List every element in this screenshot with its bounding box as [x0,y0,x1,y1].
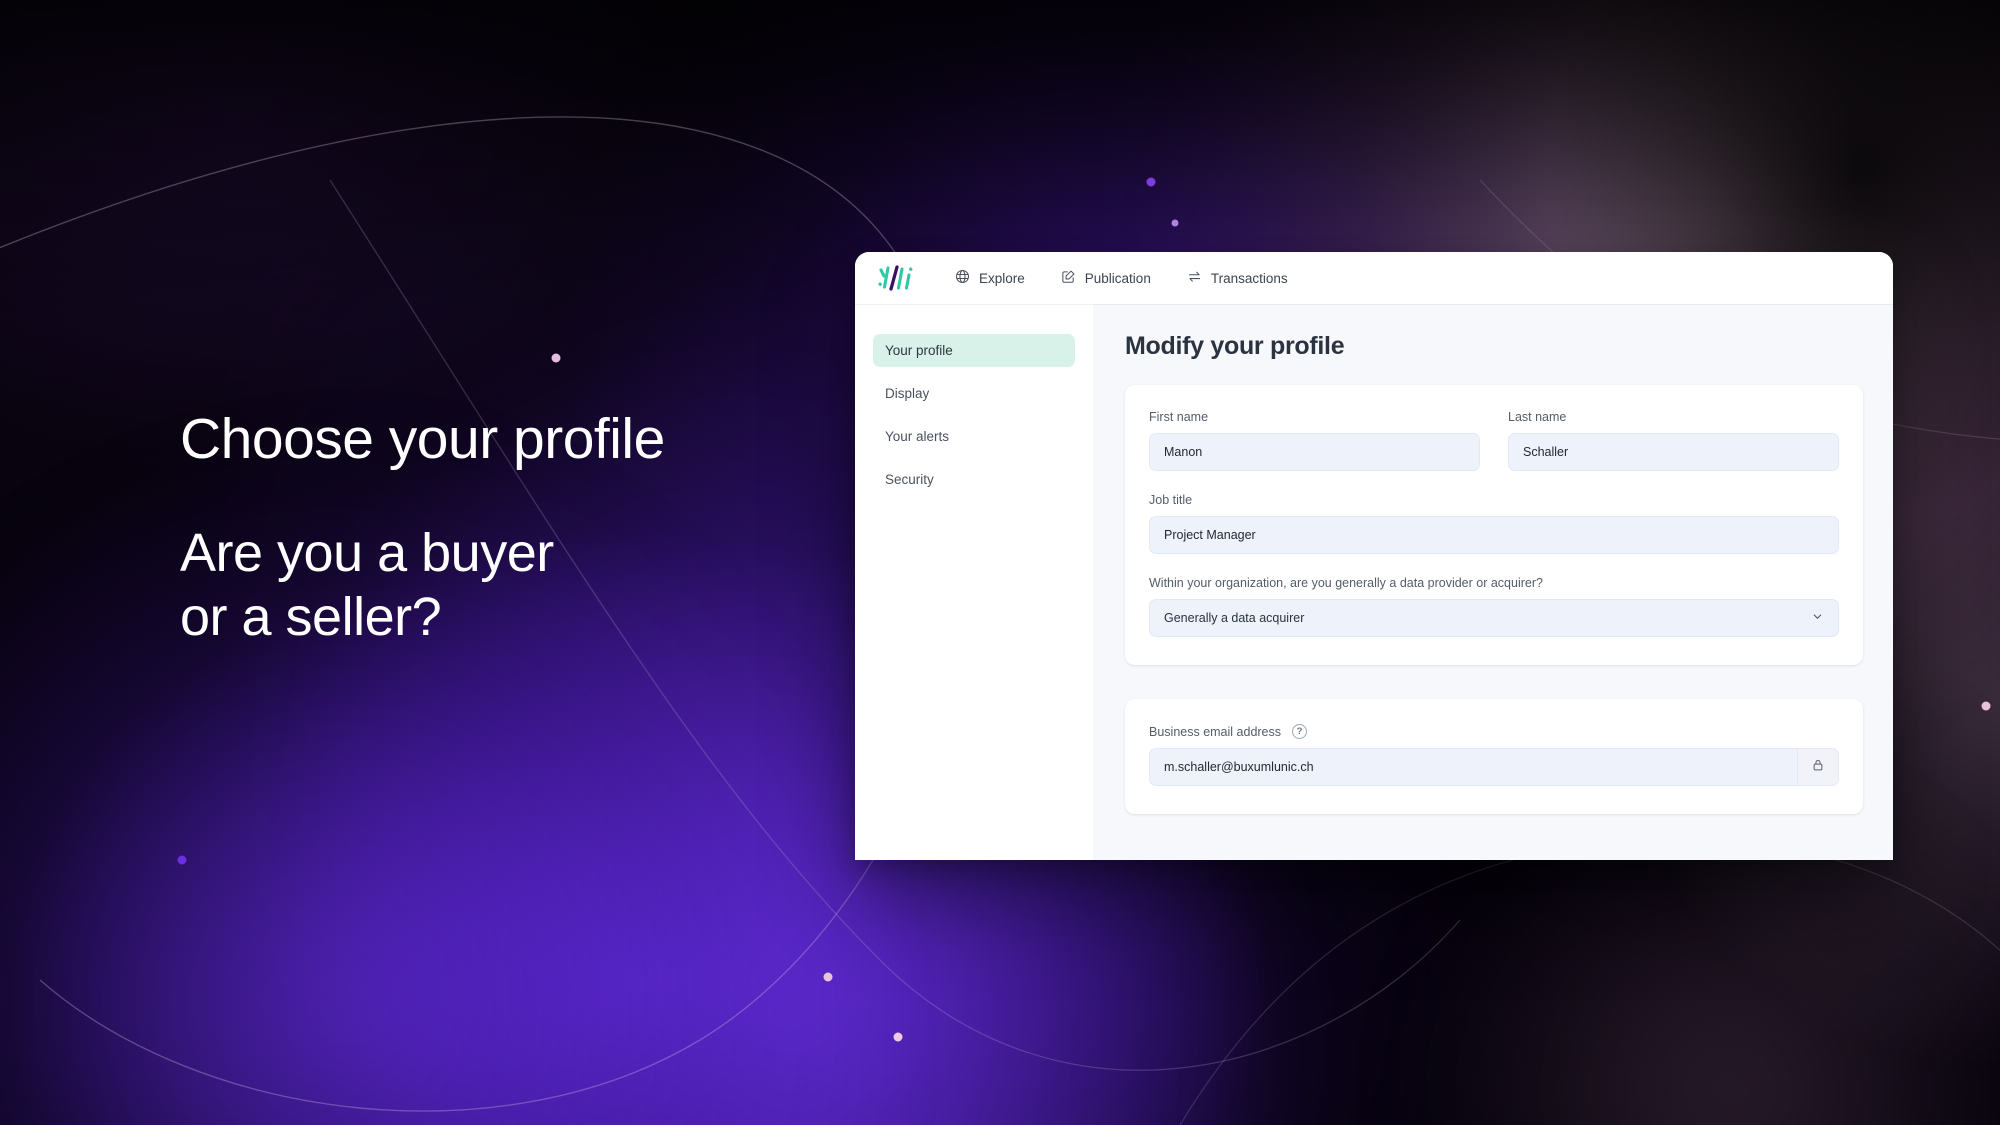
business-email-panel: Business email address ? m.schaller@buxu… [1125,699,1863,814]
curve-line-right [1179,836,2000,1125]
nav-item-publication-label: Publication [1084,270,1151,286]
business-email-input[interactable]: m.schaller@buxumlunic.ch [1149,748,1797,786]
background-dot-2 [1146,177,1156,187]
nav-item-publication[interactable]: Publication [1061,269,1151,287]
brand-logo[interactable] [877,263,915,293]
first-name-input[interactable]: Manon [1149,433,1480,471]
job-title-field: Job title Project Manager [1149,493,1839,554]
sidebar-item-your-profile[interactable]: Your profile [873,334,1075,367]
page-title: Modify your profile [1125,332,1345,360]
settings-content: Modify your profile First name Manon Las… [1093,304,1893,860]
sidebar-item-your-profile-label: Your profile [885,343,953,358]
hero-copy: Choose your profile Are you a buyer or a… [180,407,940,649]
nav-item-explore[interactable]: Explore [955,269,1025,287]
chevron-down-icon [1811,610,1824,626]
hero-headline: Choose your profile [180,407,665,471]
nav-item-transactions-label: Transactions [1210,270,1288,286]
sidebar-item-display-label: Display [885,386,930,401]
provider-acquirer-value: Generally a data acquirer [1164,611,1305,625]
background-dot-4 [177,855,187,865]
app-nav: Explore Publication Transactions [955,269,1288,287]
provider-acquirer-select[interactable]: Generally a data acquirer [1149,599,1839,637]
business-email-lock [1797,748,1839,786]
lock-icon [1811,758,1825,777]
first-name-value: Manon [1164,445,1203,459]
transfer-arrows-icon [1187,269,1202,287]
first-name-field: First name Manon [1149,410,1480,471]
first-name-label: First name [1149,410,1209,424]
sidebar-item-your-alerts[interactable]: Your alerts [873,420,1075,453]
last-name-input[interactable]: Schaller [1508,433,1839,471]
business-email-label: Business email address [1149,724,1282,739]
sidebar-item-display[interactable]: Display [873,377,1075,410]
settings-sidebar: Your profile Display Your alerts Securit… [855,304,1093,860]
provider-acquirer-label: Within your organization, are you genera… [1149,576,1543,590]
last-name-field: Last name Schaller [1508,410,1839,471]
business-email-label-row: Business email address ? [1149,724,1839,739]
nav-item-transactions[interactable]: Transactions [1187,269,1288,287]
sidebar-item-your-alerts-label: Your alerts [885,429,950,444]
app-topbar: Explore Publication Transactions [855,252,1893,304]
sidebar-item-security[interactable]: Security [873,463,1075,496]
background-dot-6 [893,1032,903,1042]
profile-details-panel: First name Manon Last name Schaller Job … [1125,385,1863,665]
background-dot-3 [1171,219,1179,227]
business-email-value: m.schaller@buxumlunic.ch [1164,760,1314,774]
provider-acquirer-field: Within your organization, are you genera… [1149,576,1839,637]
sidebar-item-security-label: Security [885,472,934,487]
last-name-value: Schaller [1523,445,1569,459]
edit-square-icon [1061,269,1076,287]
background-dot-7 [1981,701,1991,711]
help-icon[interactable]: ? [1292,724,1308,739]
job-title-value: Project Manager [1164,528,1256,542]
app-body: Your profile Display Your alerts Securit… [855,304,1893,860]
job-title-input[interactable]: Project Manager [1149,516,1839,554]
background-dot-1 [551,353,561,363]
nav-item-explore-label: Explore [979,270,1025,286]
globe-icon [955,269,970,287]
job-title-label: Job title [1149,493,1193,507]
last-name-label: Last name [1508,410,1567,424]
background-dot-5 [823,972,833,982]
app-window: Explore Publication Transactions Your pr… [855,252,1893,860]
hero-subheadline: Are you a buyer or a seller? [180,522,554,647]
business-email-row: m.schaller@buxumlunic.ch [1149,748,1839,786]
name-field-row: First name Manon Last name Schaller [1149,410,1839,471]
screen: Choose your profile Are you a buyer or a… [0,0,2000,1125]
